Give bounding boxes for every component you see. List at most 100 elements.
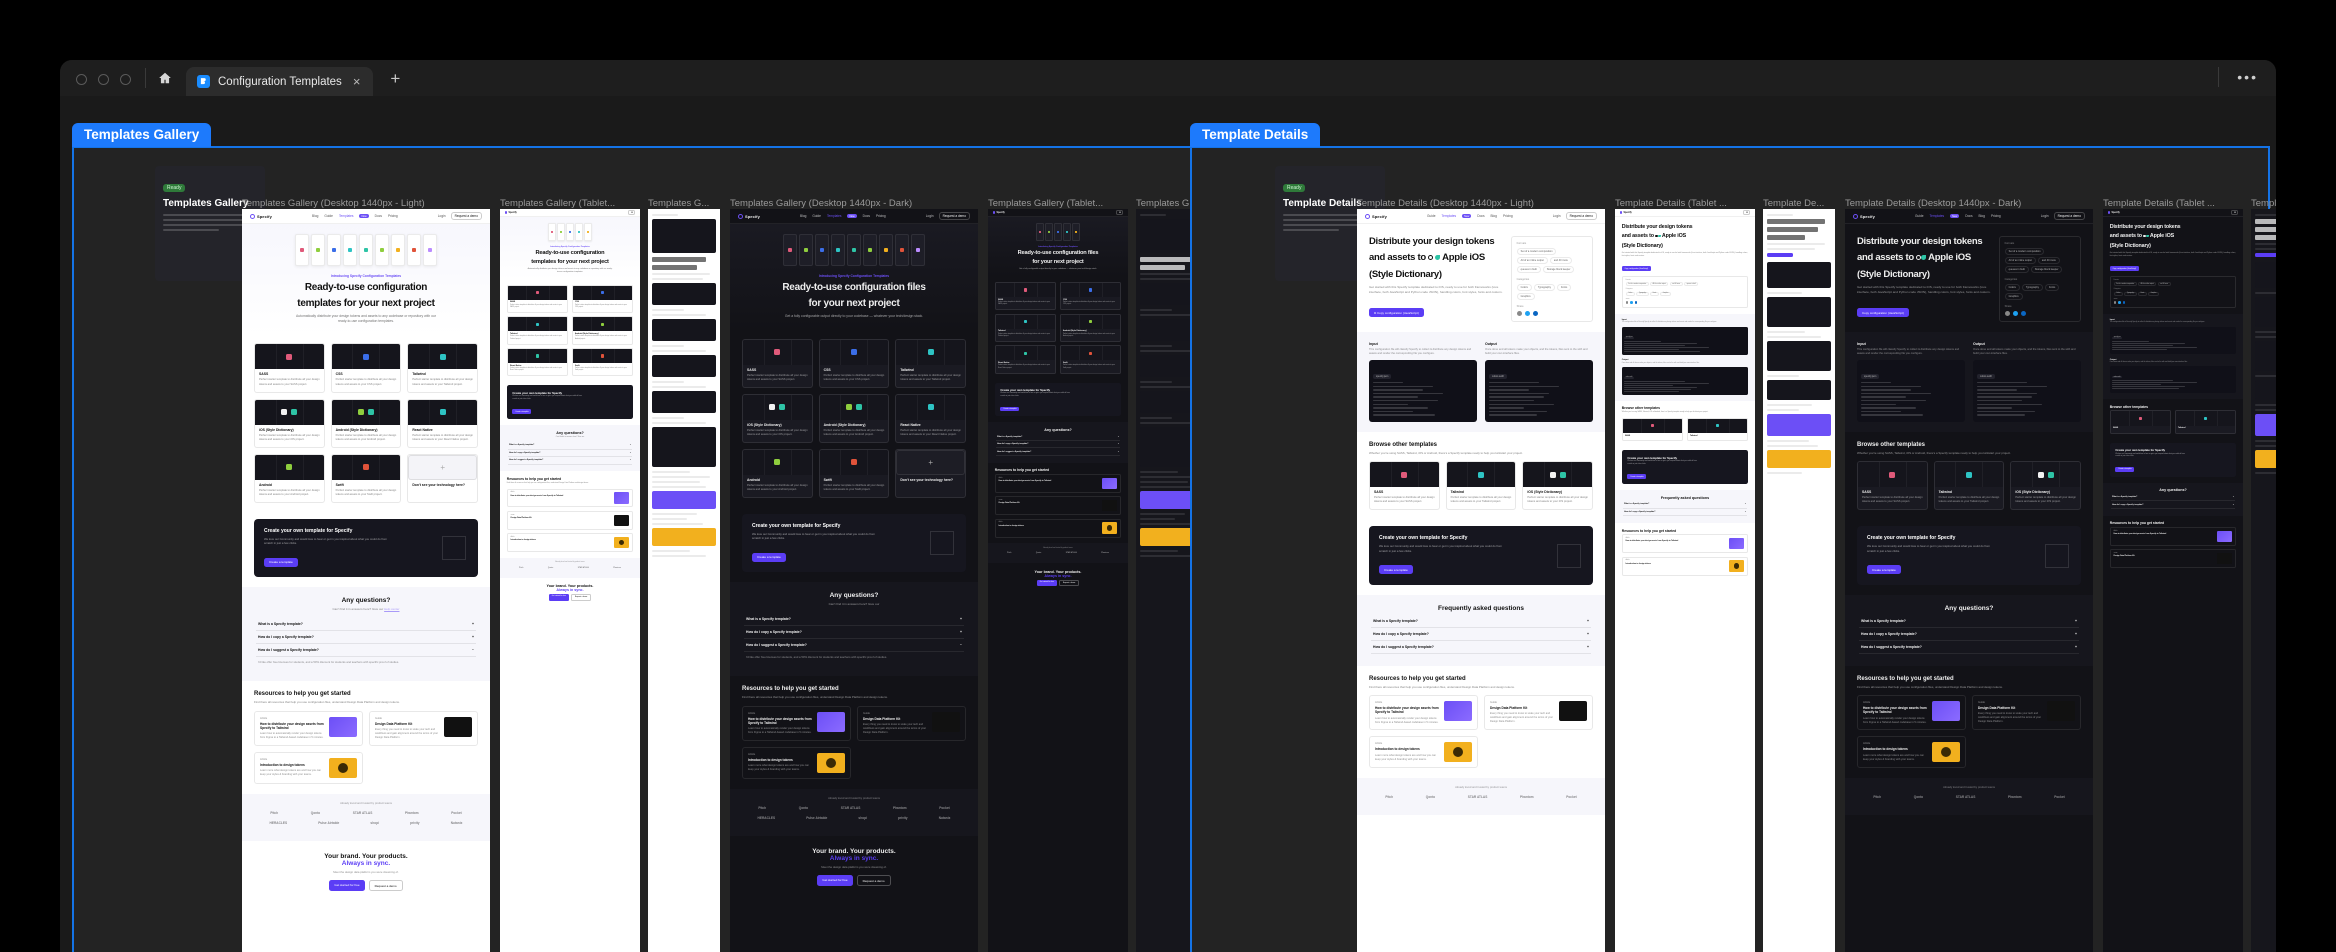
maximize-window-button[interactable] — [120, 74, 131, 85]
nav-link-guide[interactable]: Guide — [1427, 214, 1436, 218]
resource-card[interactable]: Guide Design Data Platform Kit Every thing… — [857, 705, 966, 742]
section-badge-template-details[interactable]: Template Details — [1190, 123, 1321, 147]
faq-item[interactable]: What is a Specify template? + — [2110, 494, 2236, 502]
frame-label-details-mobile-dark[interactable]: Template De... — [2251, 198, 2276, 209]
template-card[interactable]: Swift Perfect starter template to distrib… — [571, 348, 634, 377]
resource-card[interactable]: Article How to distribute your design ass… — [742, 705, 851, 742]
request-demo-button[interactable]: Request a demo — [368, 880, 403, 892]
resource-card[interactable]: Article Introduction to design tokens Lear… — [1857, 736, 1966, 769]
chevron-down-icon[interactable]: + — [472, 622, 474, 626]
template-card[interactable]: SASS — [1621, 417, 1684, 442]
faq-item[interactable]: How do I copy a Specify template? + — [1622, 509, 1748, 517]
resource-card[interactable]: Article Introduction to design tokens — [506, 533, 634, 553]
template-card[interactable]: SASS Perfect starter template to distribu… — [506, 284, 569, 313]
template-card[interactable]: React Native Perfect starter template to … — [994, 345, 1057, 374]
nav-link-blog[interactable]: Blog — [800, 214, 806, 218]
site-nav[interactable]: Specify Guide Templates New Docs Blog Pr… — [1357, 209, 1605, 224]
template-card-add[interactable]: + Don't see your technology here? — [407, 453, 478, 503]
nav-link-pricing[interactable]: Pricing — [1991, 214, 2001, 218]
resource-card[interactable]: Article How to distribute your design as… — [254, 710, 363, 747]
resource-card[interactable]: Guide Design Data Platform Kit — [506, 510, 634, 530]
resource-card[interactable]: Article Introduction to design tokens Lear… — [1369, 736, 1478, 769]
resource-card[interactable]: Guide Design Data Platform Kit — [2109, 549, 2237, 569]
create-template-button[interactable]: Create a template — [1379, 565, 1413, 575]
resource-card[interactable]: Article Introduction to design tokens — [994, 518, 1122, 538]
nav-menu-icon[interactable]: ☰ — [2231, 210, 2239, 216]
frame-details-mobile-dark[interactable] — [2251, 209, 2276, 952]
frame-gallery-desktop-light[interactable]: Specify Blog Guide Templates New Docs Pr… — [242, 209, 490, 952]
faq-item[interactable]: How do I copy a Specify template? + — [507, 450, 633, 458]
tab-configuration-templates[interactable]: Configuration Templates × — [186, 67, 374, 96]
nav-menu-icon[interactable]: ☰ — [628, 210, 636, 216]
template-card[interactable]: Tailwind Perfect starter template to dist… — [1445, 461, 1517, 511]
nav-link-templates[interactable]: Templates — [1442, 214, 1457, 218]
faq-item[interactable]: How do I suggest a Specify template? + — [1371, 641, 1591, 654]
close-window-button[interactable] — [76, 74, 87, 85]
faq-item[interactable]: What is a Specify template? + — [1859, 615, 2079, 628]
faq-item[interactable]: How do I suggest a Specify template? + — [995, 448, 1121, 456]
nav-link-docs[interactable]: Docs — [1965, 214, 1972, 218]
template-card[interactable]: Tailwind Perfect starter template to dist… — [1933, 461, 2005, 511]
nav-demo-button[interactable]: Request a demo — [938, 212, 970, 220]
home-icon[interactable] — [150, 65, 180, 91]
nav-actions[interactable]: Login Request a demo — [438, 212, 482, 220]
resource-card[interactable]: Guide Design Data Platform Kit — [994, 496, 1122, 516]
template-card[interactable]: Tailwind — [2174, 410, 2237, 435]
faq-item[interactable]: How do I copy a Specify template? + — [995, 441, 1121, 449]
resource-card[interactable]: Article How to distribute your design ass… — [1369, 695, 1478, 731]
twitter-icon[interactable] — [1630, 301, 1633, 305]
nav-link-guide[interactable]: Guide — [1915, 214, 1924, 218]
frame-label-details-tablet-dark[interactable]: Template Details (Tablet ... — [2103, 198, 2243, 209]
copy-configuration-button[interactable]: ⧉ Copy configuration (JavaScript) — [1369, 308, 1424, 318]
linkedin-icon[interactable] — [2122, 301, 2126, 305]
chevron-down-icon[interactable]: + — [472, 635, 474, 639]
frame-gallery-tablet-dark[interactable]: Specify ☰ Introducing Specify Configurati… — [988, 209, 1128, 952]
close-icon[interactable]: × — [350, 73, 364, 90]
frame-details-tablet-light[interactable]: Specify ☰ Distribute your design tokens a… — [1615, 209, 1755, 952]
faq-item[interactable]: What is a Specify template? + — [507, 442, 633, 450]
link-icon[interactable] — [1516, 311, 1522, 316]
frame-label-details-desktop-light[interactable]: Template Details (Desktop 1440px - Light… — [1357, 198, 1607, 209]
template-card[interactable]: CSS Perfect starter template to distribut… — [1059, 281, 1122, 311]
nav-link-docs[interactable]: Docs — [375, 214, 382, 218]
frame-label-gallery-mobile-light[interactable]: Templates G... — [648, 198, 720, 209]
template-card[interactable]: Swift Perfect starter template to distrib… — [818, 448, 890, 498]
template-card[interactable]: Tailwind Perfect starter template to dist… — [994, 313, 1057, 342]
nav-link-templates[interactable]: Templates — [339, 214, 354, 218]
nav-demo-button[interactable]: Request a demo — [2053, 212, 2085, 220]
frame-gallery-mobile-light[interactable] — [648, 209, 720, 952]
template-card[interactable]: Tailwind Perfect starter template to dist… — [506, 316, 569, 345]
site-nav[interactable]: Specify Blog Guide Templates New Docs Pr… — [730, 209, 978, 224]
window-controls[interactable] — [60, 74, 145, 96]
nav-demo-button[interactable]: Request a demo — [450, 212, 482, 220]
twitter-icon[interactable] — [2118, 301, 2121, 305]
chevron-up-icon[interactable]: − — [472, 648, 474, 652]
frame-details-desktop-light[interactable]: Specify Guide Templates New Docs Blog Pr… — [1357, 209, 1605, 952]
nav-login-link[interactable]: Login — [1553, 214, 1561, 218]
template-card[interactable]: Android (Style Dictionary) Perfect starte… — [818, 393, 890, 443]
resource-card[interactable]: Article How to distribute your design ass… — [994, 474, 1122, 493]
faq-item[interactable]: How do I suggest a Specify template? + — [507, 457, 633, 465]
faq-item[interactable]: What is a Specify template? + — [1622, 501, 1748, 509]
create-template-button[interactable]: Create a template — [264, 557, 298, 567]
faq-item[interactable]: What is a Specify template? + — [256, 618, 476, 632]
more-options-icon[interactable]: ••• — [2237, 69, 2258, 85]
template-card[interactable]: SASS Perfect starter template to distribu… — [1857, 461, 1928, 511]
nav-menu-icon[interactable]: ☰ — [1743, 210, 1751, 216]
copy-configuration-button[interactable]: Copy configuration (JavaScript) — [2109, 266, 2139, 272]
template-card[interactable]: React Native Perfect starter template to … — [895, 393, 966, 443]
create-template-button[interactable]: Create a template — [512, 409, 532, 415]
faq-item[interactable]: How do I copy a Specify template? + — [1371, 628, 1591, 641]
nav-link-blog[interactable]: Blog — [1491, 214, 1497, 218]
resource-card[interactable]: Article How to distribute your design ass… — [1621, 534, 1749, 554]
frame-details-desktop-dark[interactable]: Specify Guide Templates New Docs Blog Pr… — [1845, 209, 2093, 952]
template-card[interactable]: Tailwind Perfect starter template to dist… — [895, 338, 966, 388]
copy-configuration-button[interactable]: Copy configuration (JavaScript) — [1857, 308, 1909, 318]
frame-label-gallery-tablet-dark[interactable]: Templates Gallery (Tablet... — [988, 198, 1128, 209]
faq-item[interactable]: How do I suggest a Specify template? − — [744, 639, 964, 653]
design-canvas[interactable]: Templates Gallery Ready Templates Galler… — [60, 96, 2276, 952]
help-center-link[interactable]: Help center — [384, 607, 399, 611]
copy-configuration-button[interactable]: Copy configuration (JavaScript) — [1621, 266, 1651, 272]
faq-item[interactable]: How do I copy a Specify template? + — [744, 626, 964, 640]
resource-card[interactable]: Article Introduction to design tokens Le… — [254, 752, 363, 785]
